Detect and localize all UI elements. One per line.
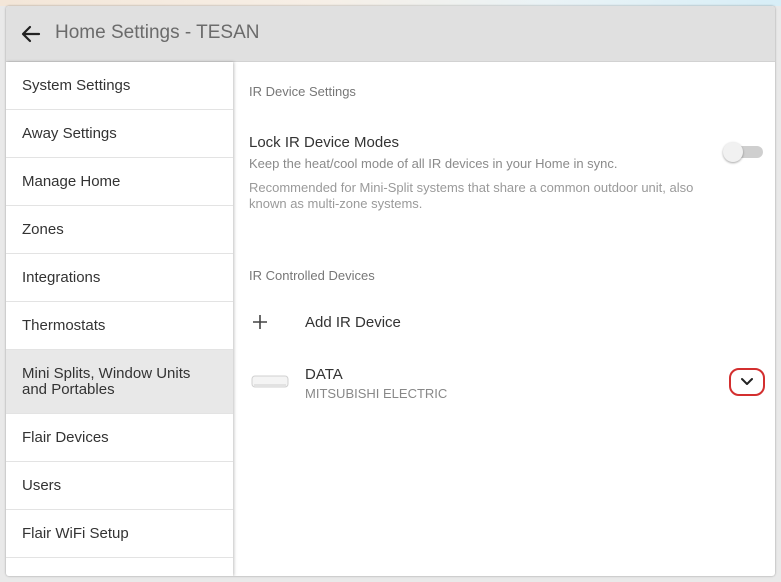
lock-modes-title: Lock IR Device Modes [249, 134, 400, 151]
chevron-down-icon [741, 378, 753, 385]
ir-device-settings-heading: IR Device Settings [249, 84, 356, 99]
sidebar: System Settings Away Settings Manage Hom… [6, 62, 233, 576]
device-expand-button[interactable] [729, 368, 765, 396]
settings-window: Home Settings - TESAN System Settings Aw… [6, 6, 775, 576]
lock-modes-description: Keep the heat/cool mode of all IR device… [249, 156, 618, 171]
sidebar-item-away-settings[interactable]: Away Settings [6, 110, 233, 158]
toggle-knob [723, 142, 743, 162]
add-ir-device-label: Add IR Device [305, 314, 401, 331]
sidebar-item-flair-devices[interactable]: Flair Devices [6, 414, 233, 462]
device-brand: MITSUBISHI ELECTRIC [305, 386, 448, 401]
mini-split-icon [251, 375, 289, 388]
main-content: IR Device Settings Lock IR Device Modes … [249, 62, 769, 572]
ir-controlled-devices-heading: IR Controlled Devices [249, 268, 375, 283]
lock-modes-toggle[interactable] [723, 142, 763, 162]
sidebar-item-manage-home[interactable]: Manage Home [6, 158, 233, 206]
sidebar-item-users[interactable]: Users [6, 462, 233, 510]
back-button[interactable] [20, 23, 42, 45]
sidebar-item-mini-splits[interactable]: Mini Splits, Window Units and Portables [6, 350, 233, 414]
page-title: Home Settings - TESAN [55, 22, 260, 43]
add-ir-device-button[interactable]: Add IR Device [249, 304, 549, 340]
sidebar-item-flair-wifi-setup[interactable]: Flair WiFi Setup [6, 510, 233, 558]
ir-device-row[interactable]: DATA MITSUBISHI ELECTRIC [249, 360, 769, 410]
sidebar-item-system-settings[interactable]: System Settings [6, 62, 233, 110]
header-bar: Home Settings - TESAN [6, 6, 775, 62]
sidebar-item-integrations[interactable]: Integrations [6, 254, 233, 302]
device-name: DATA [305, 366, 343, 383]
sidebar-item-zones[interactable]: Zones [6, 206, 233, 254]
arrow-left-icon [21, 25, 41, 43]
lock-modes-note: Recommended for Mini-Split systems that … [249, 180, 694, 211]
sidebar-item-thermostats[interactable]: Thermostats [6, 302, 233, 350]
plus-icon [253, 315, 267, 329]
